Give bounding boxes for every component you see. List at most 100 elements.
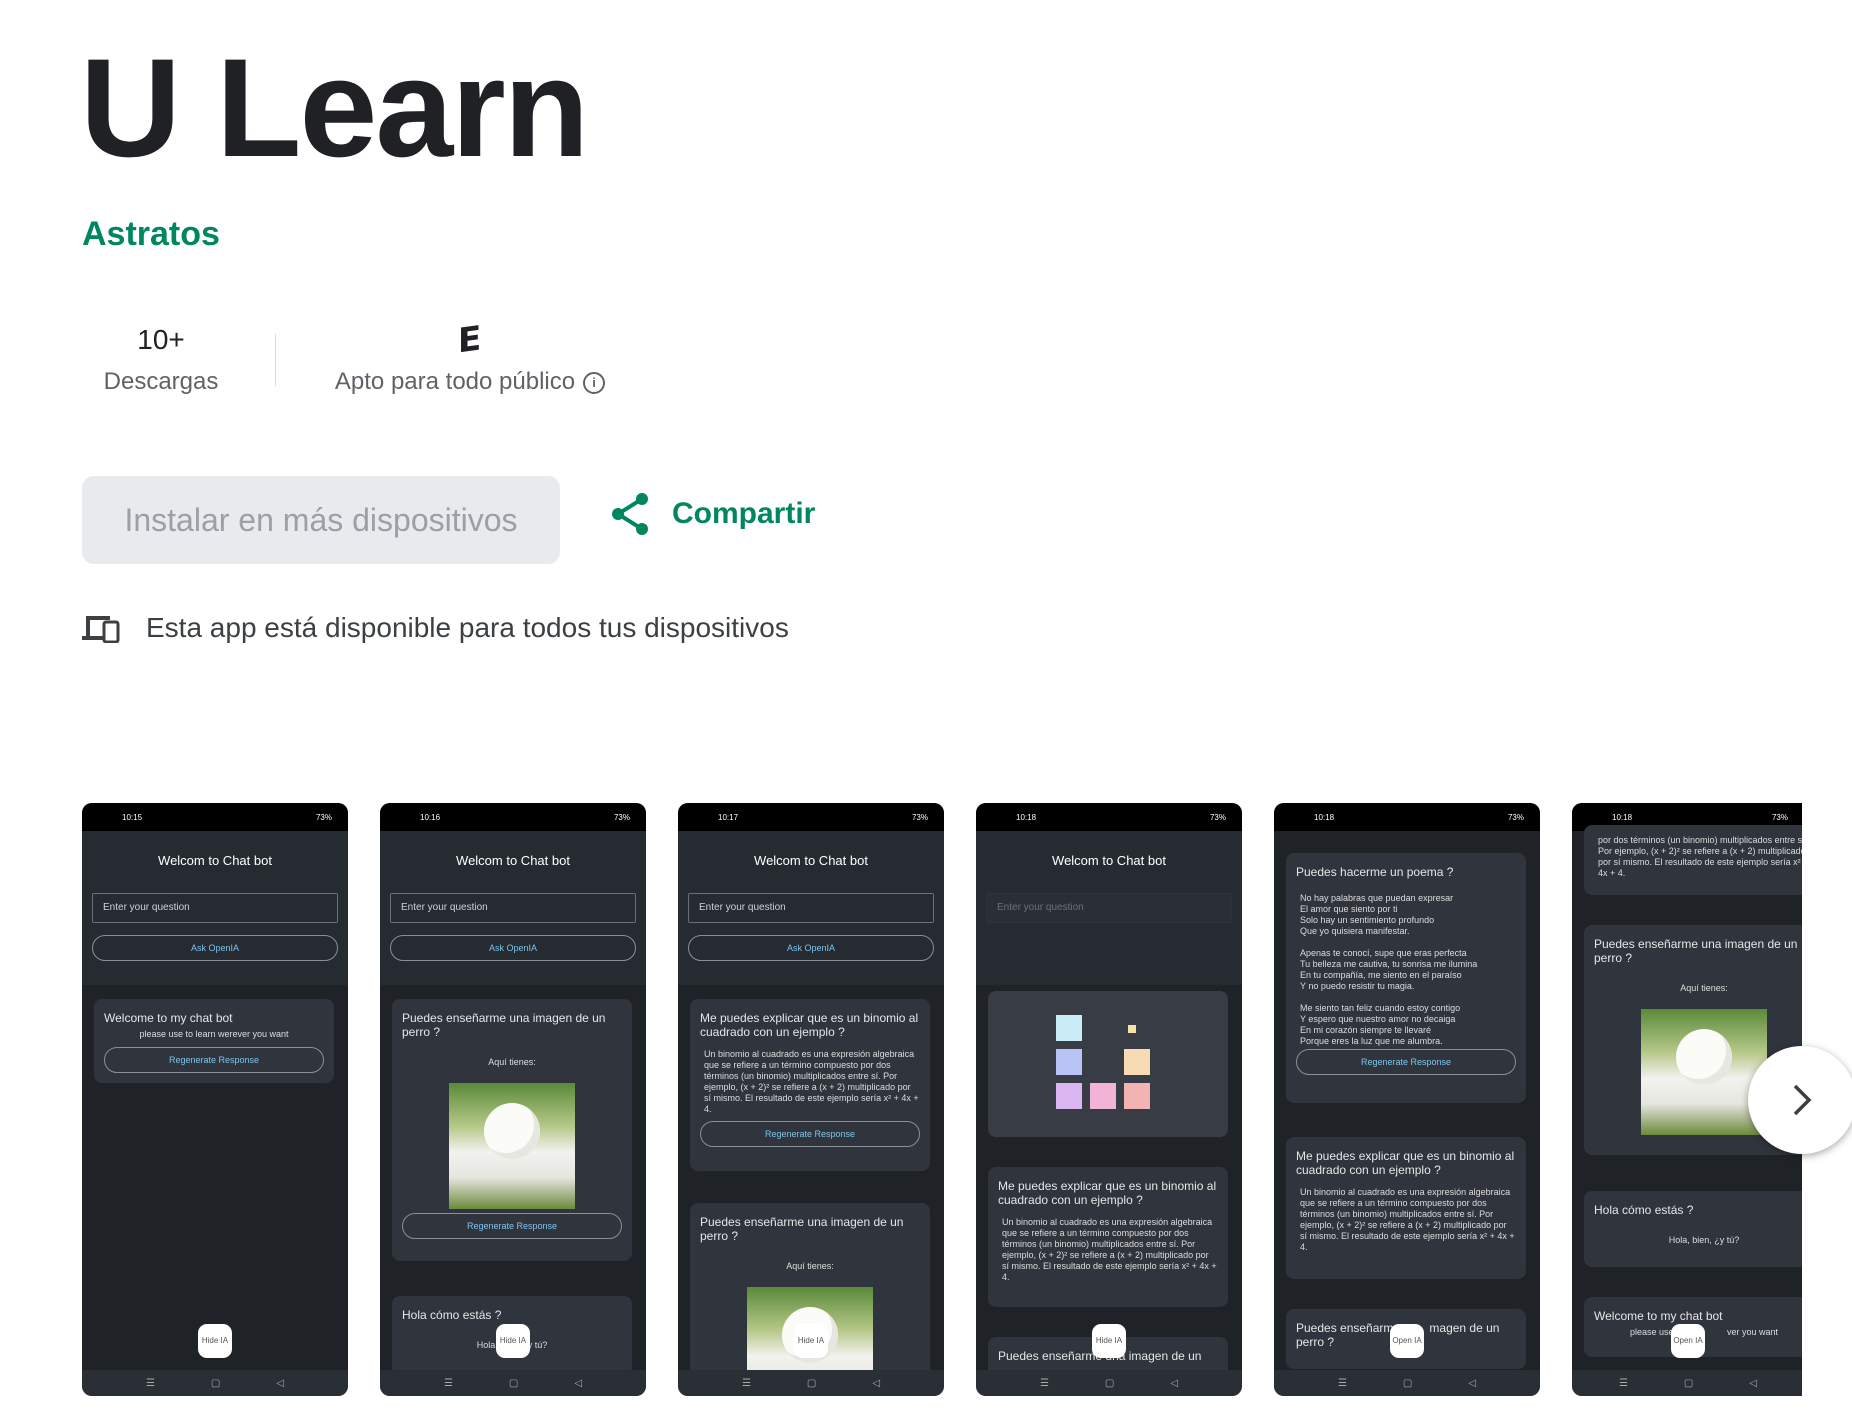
- regenerate-button[interactable]: Regenerate Response: [700, 1121, 920, 1147]
- card-answer: Un binomio al cuadrado es una expresión …: [704, 1049, 919, 1114]
- menu-icon[interactable]: ☰: [742, 1378, 751, 1389]
- screenshot-carousel[interactable]: 10:15 73% Welcom to Chat bot Enter your q…: [82, 803, 1802, 1396]
- android-nav-bar: ☰ ▢ ◁: [678, 1370, 944, 1396]
- chat-title: Welcom to Chat bot: [754, 853, 868, 868]
- chevron-right-icon: [1793, 1084, 1812, 1116]
- card-question: Me puedes explicar que es un binomio al …: [998, 1179, 1217, 1207]
- home-icon[interactable]: ▢: [1105, 1378, 1114, 1389]
- developer-link[interactable]: Astratos: [82, 215, 220, 254]
- menu-icon[interactable]: ☰: [1619, 1378, 1628, 1389]
- question-input[interactable]: Enter your question: [986, 893, 1232, 923]
- card-question-part: perro ?: [1296, 1335, 1335, 1349]
- card-answer: Hola, bien, ¿y tú?: [1668, 1235, 1740, 1245]
- info-icon[interactable]: i: [583, 371, 606, 394]
- card-subtitle-part: ver you want: [1727, 1327, 1779, 1337]
- android-nav-bar: ☰ ▢ ◁: [380, 1370, 646, 1396]
- ask-button[interactable]: Ask OpenIA: [688, 935, 934, 961]
- chat-header: Welcom to Chat bot Enter your question A…: [678, 831, 944, 985]
- card-question: Puedes hacerme un poema ?: [1296, 865, 1454, 879]
- screenshot-4[interactable]: 10:18 73% Welcom to Chat bot Enter your q…: [976, 803, 1242, 1396]
- rating-label: Apto para todo público: [334, 368, 576, 395]
- app-title: U Learn: [80, 29, 589, 186]
- card-question: Me puedes explicar que es un binomio al …: [700, 1011, 919, 1039]
- regenerate-button[interactable]: Regenerate Response: [1296, 1049, 1516, 1075]
- menu-icon[interactable]: ☰: [1040, 1378, 1049, 1389]
- home-icon[interactable]: ▢: [509, 1378, 518, 1389]
- loading-card: [988, 991, 1228, 1137]
- share-label: Compartir: [672, 497, 816, 530]
- status-bar: 10:16 73%: [380, 803, 646, 831]
- content-rating-stat: E Apto para todo público i: [320, 318, 620, 396]
- share-button[interactable]: Compartir: [610, 492, 815, 536]
- card-answer: Aquí tienes:: [786, 1261, 834, 1271]
- home-icon[interactable]: ▢: [1403, 1378, 1412, 1389]
- screenshot-5[interactable]: 10:18 73% Puedes hacerme un poema ? No ha…: [1274, 803, 1540, 1396]
- card-question: Puedes enseñarme una imagen de un perro …: [402, 1011, 606, 1039]
- card-question: Welcome to my chat bot: [1594, 1309, 1723, 1323]
- open-ia-button[interactable]: Open IA: [1671, 1324, 1705, 1358]
- chat-card: Me puedes explicar que es un binomio al …: [1286, 1137, 1526, 1279]
- card-question: Hola cómo estás ?: [402, 1308, 502, 1322]
- card-answer: Un binomio al cuadrado es una expresión …: [1002, 1217, 1217, 1282]
- status-time: 10:18: [1612, 812, 1633, 822]
- ask-button[interactable]: Ask OpenIA: [390, 935, 636, 961]
- regenerate-button[interactable]: Regenerate Response: [104, 1047, 324, 1073]
- card-question: Me puedes explicar que es un binomio al …: [1296, 1149, 1515, 1177]
- card-title: Welcome to my chat bot: [104, 1011, 233, 1025]
- screenshot-2[interactable]: 10:16 73% Welcom to Chat bot Enter your q…: [380, 803, 646, 1396]
- rating-e-icon: E: [458, 318, 482, 362]
- chat-card: por dos términos (un binomio) multiplica…: [1584, 825, 1802, 895]
- downloads-stat: 10+ Descargas: [98, 320, 224, 396]
- question-input[interactable]: Enter your question: [92, 893, 338, 923]
- status-battery: 73%: [613, 812, 630, 822]
- back-icon[interactable]: ◁: [1468, 1378, 1476, 1389]
- home-icon[interactable]: ▢: [1684, 1378, 1693, 1389]
- home-icon[interactable]: ▢: [211, 1378, 220, 1389]
- menu-icon[interactable]: ☰: [1338, 1378, 1347, 1389]
- question-input[interactable]: Enter your question: [688, 893, 934, 923]
- back-icon[interactable]: ◁: [276, 1378, 284, 1389]
- chat-card: Welcome to my chat bot please use to lea…: [94, 999, 334, 1083]
- open-ia-button[interactable]: Open IA: [1390, 1324, 1424, 1358]
- regenerate-button[interactable]: Regenerate Response: [402, 1213, 622, 1239]
- back-icon[interactable]: ◁: [1749, 1378, 1757, 1389]
- card-answer: Un binomio al cuadrado es una expresión …: [1300, 1187, 1515, 1252]
- menu-icon[interactable]: ☰: [444, 1378, 453, 1389]
- status-bar: 10:15 73%: [82, 803, 348, 831]
- home-icon[interactable]: ▢: [807, 1378, 816, 1389]
- android-nav-bar: ☰ ▢ ◁: [1572, 1370, 1802, 1396]
- chat-card: Hola cómo estás ? Hola, bien, ¿y tú?: [1584, 1191, 1802, 1267]
- status-battery: 73%: [1507, 812, 1524, 822]
- poem-answer: No hay palabras que puedan expresar El a…: [1300, 893, 1478, 1046]
- card-subtitle: please use to learn werever you want: [139, 1029, 289, 1039]
- chat-header: Welcom to Chat bot Enter your question A…: [380, 831, 646, 985]
- status-time: 10:15: [122, 812, 143, 822]
- carousel-next-button[interactable]: [1748, 1046, 1852, 1154]
- ask-button[interactable]: Ask OpenIA: [92, 935, 338, 961]
- dog-image: [449, 1083, 575, 1209]
- hide-ia-button[interactable]: Hide IA: [496, 1324, 530, 1358]
- install-button[interactable]: Instalar en más dispositivos: [82, 476, 560, 564]
- back-icon[interactable]: ◁: [574, 1378, 582, 1389]
- android-nav-bar: ☰ ▢ ◁: [976, 1370, 1242, 1396]
- stat-divider: [275, 334, 276, 386]
- devices-icon: [82, 616, 120, 643]
- status-bar: 10:17 73%: [678, 803, 944, 831]
- hide-ia-button[interactable]: Hide IA: [794, 1324, 828, 1358]
- back-icon[interactable]: ◁: [1170, 1378, 1178, 1389]
- chat-card: Puedes enseñarme una imagen de un perro …: [392, 999, 632, 1261]
- question-input[interactable]: Enter your question: [390, 893, 636, 923]
- menu-icon[interactable]: ☰: [146, 1378, 155, 1389]
- back-icon[interactable]: ◁: [872, 1378, 880, 1389]
- availability-text: Esta app está disponible para todos tus …: [146, 612, 789, 643]
- status-time: 10:18: [1016, 812, 1037, 822]
- status-time: 10:16: [420, 812, 441, 822]
- hide-ia-button[interactable]: Hide IA: [1092, 1324, 1126, 1358]
- screenshot-3[interactable]: 10:17 73% Welcom to Chat bot Enter your q…: [678, 803, 944, 1396]
- chat-title: Welcom to Chat bot: [158, 853, 272, 868]
- hide-ia-button[interactable]: Hide IA: [198, 1324, 232, 1358]
- card-answer: Aquí tienes:: [1680, 983, 1728, 993]
- card-answer: Aquí tienes:: [488, 1057, 536, 1067]
- status-time: 10:17: [718, 812, 739, 822]
- screenshot-1[interactable]: 10:15 73% Welcom to Chat bot Enter your q…: [82, 803, 348, 1396]
